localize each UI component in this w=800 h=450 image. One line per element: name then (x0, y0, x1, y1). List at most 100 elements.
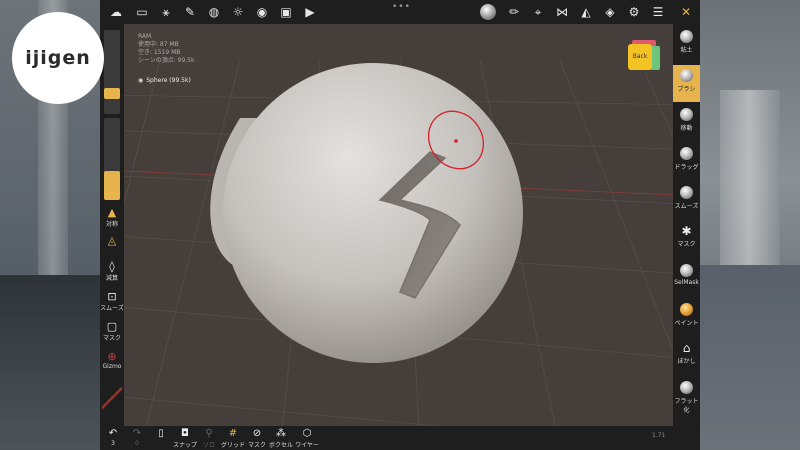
tool-blur[interactable]: ⌂ ぼかし (673, 338, 700, 375)
redo-count: 0 (135, 440, 139, 447)
cube-front-face[interactable]: Back (628, 44, 652, 70)
matcap-icon[interactable] (480, 4, 496, 20)
sliders-icon[interactable]: ☰ (650, 4, 666, 20)
stroke-settings[interactable]: ◬ (100, 234, 124, 247)
radius-slider-fill[interactable] (104, 87, 120, 99)
mask-view-label: マスク (247, 442, 266, 449)
stroke-preview[interactable] (102, 382, 122, 414)
grid-label: グリッド (220, 442, 245, 449)
wireframe-icon: ⬡ (302, 428, 312, 439)
tool-label: ドラッグ (674, 164, 699, 171)
grid-icon: # (228, 428, 238, 439)
viewport-canvas[interactable] (100, 0, 700, 450)
grid-button[interactable]: # グリッド (220, 428, 246, 449)
tool-label: ブラシ (677, 86, 696, 93)
drop-icon: ◊ (109, 260, 115, 273)
view-toggle-button[interactable]: ▯ (148, 428, 174, 440)
tool-label: マスク (677, 241, 696, 248)
smooth-label: スムーズ (100, 305, 124, 312)
drag-handle[interactable]: ••• (392, 2, 411, 12)
wrench-icon[interactable]: ✕ (678, 4, 694, 20)
bottom-toolbar: ↶ 3 ↷ 0 ▯ ◘ スナップ ⚲ ソロ # グリッド ⊘ マスク ⁂ ボクセ… (100, 426, 673, 450)
sphere-mesh[interactable] (223, 63, 523, 363)
settings-icon[interactable]: ⚙ (626, 4, 642, 20)
shading-icon[interactable]: ◭ (578, 4, 594, 20)
undo-icon: ↶ (108, 428, 118, 439)
camera-icon: ◘ (181, 428, 189, 439)
orientation-cube[interactable]: Back (628, 40, 660, 72)
mesh-label[interactable]: ◉ Sphere (99.5k) (138, 77, 191, 84)
undo-button[interactable]: ↶ 3 (100, 428, 126, 447)
voxel-icon: ⁂ (276, 428, 286, 439)
tool-label: 粘土 (680, 47, 693, 54)
backdrop-floor (0, 275, 100, 450)
mask-view-button[interactable]: ⊘ マスク (244, 428, 270, 449)
tool-clay[interactable]: 粘土 (673, 26, 700, 63)
3d-viewport[interactable] (100, 0, 700, 450)
move-icon (680, 108, 693, 121)
redo-button[interactable]: ↷ 0 (124, 428, 150, 447)
watermark-logo: ijigen (12, 12, 104, 104)
top-toolbar: ☁ ▭ ⚹ ✎ ◍ ☼ ◉ ▣ ▶ ••• ✏ ⌖ ⋈ ◭ ◈ ⚙ ☰ ✕ (100, 0, 700, 24)
smooth-toggle[interactable]: ⊡ スムーズ (100, 290, 124, 312)
symmetry-label: 対称 (105, 221, 118, 228)
scene-icon[interactable]: ⚹ (158, 4, 174, 20)
blur-icon: ⌂ (682, 341, 691, 355)
tool-smooth[interactable]: スムーズ (673, 182, 700, 219)
globe-icon[interactable]: ◍ (206, 4, 222, 20)
wireframe-button[interactable]: ⬡ ワイヤー (294, 428, 320, 449)
environment-backdrop-right (700, 0, 800, 450)
tool-paint[interactable]: ペイント (673, 299, 700, 336)
tool-drag[interactable]: ドラッグ (673, 143, 700, 180)
tool-mask[interactable]: ✱ マスク (673, 221, 700, 258)
mask-icon: ✱ (681, 224, 692, 238)
paint-icon[interactable]: ✏ (506, 4, 522, 20)
clay-icon (680, 30, 693, 43)
video-icon[interactable]: ▶ (302, 4, 318, 20)
backdrop-floor (700, 265, 800, 450)
tool-label: スムーズ (674, 203, 699, 210)
undo-count: 3 (111, 440, 115, 447)
solo-button[interactable]: ⚲ ソロ (196, 428, 222, 449)
gizmo-toggle[interactable]: ⊕ Gizmo (100, 350, 124, 370)
image-icon[interactable]: ▣ (278, 4, 294, 20)
ram-free: 空き: 1519 MB (138, 49, 181, 56)
folder-icon[interactable]: ▭ (134, 4, 150, 20)
snap-button[interactable]: ◘ スナップ (172, 428, 198, 449)
tool-label: SelMask (674, 279, 699, 286)
intensity-slider-fill[interactable] (104, 171, 120, 200)
magnifier-icon: ⚲ (205, 428, 213, 439)
snap-label: スナップ (172, 442, 197, 449)
tool-label: ペイント (674, 320, 699, 327)
layers-icon[interactable]: ◈ (602, 4, 618, 20)
mesh-name: Sphere (99.5k) (146, 77, 191, 84)
radius-slider[interactable] (104, 30, 120, 114)
symmetry-icon[interactable]: ⋈ (554, 4, 570, 20)
tool-selmask[interactable]: SelMask (673, 260, 700, 297)
ram-used: 使用中: 87 MB (138, 41, 179, 48)
gizmo-label: Gizmo (102, 363, 122, 370)
picker-icon[interactable]: ⌖ (530, 4, 546, 20)
tools-icon[interactable]: ✎ (182, 4, 198, 20)
tool-move[interactable]: 移動 (673, 104, 700, 141)
symmetry-toggle[interactable]: ▲ 対称 (100, 206, 124, 228)
mask-icon: ▢ (106, 320, 118, 333)
subtract-toggle[interactable]: ◊ 減算 (100, 260, 124, 282)
voxel-button[interactable]: ⁂ ボクセル (268, 428, 294, 449)
flatten-icon (680, 381, 693, 394)
stroke-icon: ◬ (107, 234, 117, 247)
sculpt-app: ☁ ▭ ⚹ ✎ ◍ ☼ ◉ ▣ ▶ ••• ✏ ⌖ ⋈ ◭ ◈ ⚙ ☰ ✕ RA… (100, 0, 700, 450)
mask-toggle[interactable]: ▢ マスク (100, 320, 124, 342)
material-icon[interactable]: ◉ (254, 4, 270, 20)
tool-label: フラット化 (674, 398, 699, 414)
tool-brush[interactable]: ブラシ (673, 65, 700, 102)
eye-icon[interactable]: ◉ (138, 77, 143, 84)
eye-slash-icon: ⊘ (252, 428, 262, 439)
cloud-icon[interactable]: ☁ (108, 4, 124, 20)
symmetry-icon: ▲ (107, 206, 117, 219)
tool-flatten[interactable]: フラット化 (673, 377, 700, 421)
redo-icon: ↷ (132, 428, 142, 439)
sun-icon[interactable]: ☼ (230, 4, 246, 20)
paint-icon (680, 303, 693, 316)
left-brush-panel: ▲ 対称 ◬ ◊ 減算 ⊡ スムーズ ▢ マスク ⊕ Gizmo (100, 24, 124, 426)
